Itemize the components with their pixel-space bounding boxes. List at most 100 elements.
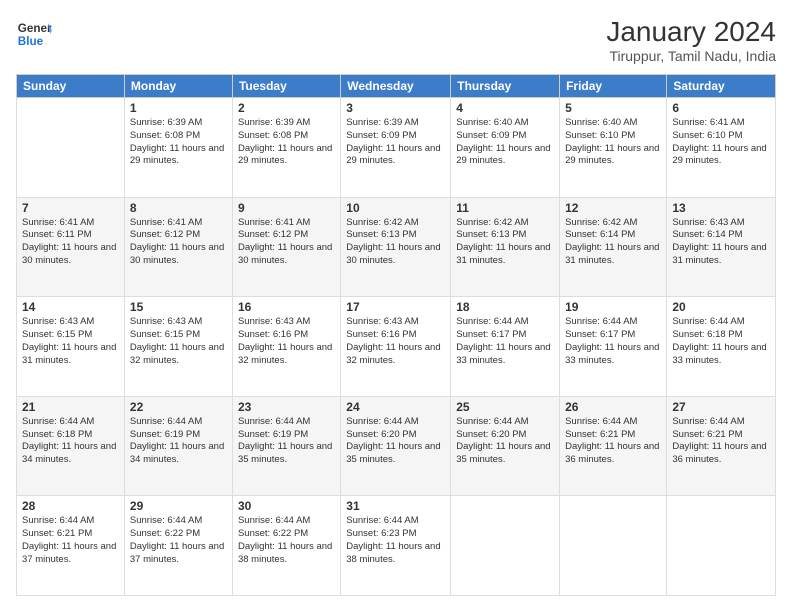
calendar-cell: 23 Sunrise: 6:44 AMSunset: 6:19 PMDayligh… bbox=[232, 396, 340, 496]
day-info: Sunrise: 6:41 AMSunset: 6:12 PMDaylight:… bbox=[130, 217, 227, 268]
day-info: Sunrise: 6:44 AMSunset: 6:21 PMDaylight:… bbox=[672, 416, 770, 467]
day-info: Sunrise: 6:43 AMSunset: 6:14 PMDaylight:… bbox=[672, 217, 770, 268]
calendar-cell: 7 Sunrise: 6:41 AMSunset: 6:11 PMDaylight… bbox=[17, 197, 125, 297]
day-info: Sunrise: 6:39 AMSunset: 6:09 PMDaylight:… bbox=[346, 117, 445, 168]
day-number: 26 bbox=[565, 400, 661, 414]
day-info: Sunrise: 6:41 AMSunset: 6:10 PMDaylight:… bbox=[672, 117, 770, 168]
day-number: 4 bbox=[456, 101, 554, 115]
day-info: Sunrise: 6:42 AMSunset: 6:13 PMDaylight:… bbox=[456, 217, 554, 268]
day-info: Sunrise: 6:44 AMSunset: 6:17 PMDaylight:… bbox=[565, 316, 661, 367]
calendar-cell bbox=[451, 496, 560, 596]
day-info: Sunrise: 6:43 AMSunset: 6:16 PMDaylight:… bbox=[238, 316, 335, 367]
week-row-3: 14 Sunrise: 6:43 AMSunset: 6:15 PMDayligh… bbox=[17, 297, 776, 397]
day-number: 29 bbox=[130, 499, 227, 513]
calendar-cell: 10 Sunrise: 6:42 AMSunset: 6:13 PMDayligh… bbox=[341, 197, 451, 297]
day-number: 6 bbox=[672, 101, 770, 115]
day-number: 30 bbox=[238, 499, 335, 513]
calendar-cell: 28Sunrise: 6:44 AMSunset: 6:21 PMDayligh… bbox=[17, 496, 125, 596]
day-info: Sunrise: 6:41 AMSunset: 6:12 PMDaylight:… bbox=[238, 217, 335, 268]
calendar-cell: 3 Sunrise: 6:39 AMSunset: 6:09 PMDaylight… bbox=[341, 98, 451, 198]
calendar-cell: 18Sunrise: 6:44 AMSunset: 6:17 PMDayligh… bbox=[451, 297, 560, 397]
week-row-1: 1Sunrise: 6:39 AMSunset: 6:08 PMDaylight… bbox=[17, 98, 776, 198]
day-info: Sunrise: 6:44 AMSunset: 6:18 PMDaylight:… bbox=[22, 416, 119, 467]
calendar-cell bbox=[560, 496, 667, 596]
calendar-cell: 11 Sunrise: 6:42 AMSunset: 6:13 PMDayligh… bbox=[451, 197, 560, 297]
calendar-cell: 20Sunrise: 6:44 AMSunset: 6:18 PMDayligh… bbox=[667, 297, 776, 397]
day-number: 7 bbox=[22, 201, 119, 215]
day-number: 19 bbox=[565, 300, 661, 314]
svg-text:Blue: Blue bbox=[18, 35, 44, 48]
calendar-cell: 19 Sunrise: 6:44 AMSunset: 6:17 PMDayligh… bbox=[560, 297, 667, 397]
calendar-cell: 8 Sunrise: 6:41 AMSunset: 6:12 PMDaylight… bbox=[124, 197, 232, 297]
svg-text:General: General bbox=[18, 22, 52, 35]
day-info: Sunrise: 6:41 AMSunset: 6:11 PMDaylight:… bbox=[22, 217, 119, 268]
day-number: 14 bbox=[22, 300, 119, 314]
day-number: 10 bbox=[346, 201, 445, 215]
day-header-saturday: Saturday bbox=[667, 75, 776, 98]
day-info: Sunrise: 6:39 AMSunset: 6:08 PMDaylight:… bbox=[130, 117, 227, 168]
day-number: 20 bbox=[672, 300, 770, 314]
calendar-cell: 14Sunrise: 6:43 AMSunset: 6:15 PMDayligh… bbox=[17, 297, 125, 397]
header: General Blue January 2024 Tiruppur, Tami… bbox=[16, 16, 776, 64]
day-info: Sunrise: 6:44 AMSunset: 6:23 PMDaylight:… bbox=[346, 515, 445, 566]
day-info: Sunrise: 6:44 AMSunset: 6:21 PMDaylight:… bbox=[565, 416, 661, 467]
day-number: 28 bbox=[22, 499, 119, 513]
calendar-cell: 9Sunrise: 6:41 AMSunset: 6:12 PMDaylight… bbox=[232, 197, 340, 297]
day-number: 16 bbox=[238, 300, 335, 314]
day-number: 31 bbox=[346, 499, 445, 513]
day-info: Sunrise: 6:39 AMSunset: 6:08 PMDaylight:… bbox=[238, 117, 335, 168]
day-info: Sunrise: 6:42 AMSunset: 6:13 PMDaylight:… bbox=[346, 217, 445, 268]
page: General Blue January 2024 Tiruppur, Tami… bbox=[0, 0, 792, 612]
day-info: Sunrise: 6:44 AMSunset: 6:19 PMDaylight:… bbox=[238, 416, 335, 467]
day-info: Sunrise: 6:43 AMSunset: 6:15 PMDaylight:… bbox=[130, 316, 227, 367]
day-info: Sunrise: 6:40 AMSunset: 6:10 PMDaylight:… bbox=[565, 117, 661, 168]
day-info: Sunrise: 6:44 AMSunset: 6:22 PMDaylight:… bbox=[238, 515, 335, 566]
day-info: Sunrise: 6:40 AMSunset: 6:09 PMDaylight:… bbox=[456, 117, 554, 168]
day-number: 25 bbox=[456, 400, 554, 414]
day-info: Sunrise: 6:44 AMSunset: 6:22 PMDaylight:… bbox=[130, 515, 227, 566]
day-number: 3 bbox=[346, 101, 445, 115]
calendar-cell: 26 Sunrise: 6:44 AMSunset: 6:21 PMDayligh… bbox=[560, 396, 667, 496]
calendar-cell: 21 Sunrise: 6:44 AMSunset: 6:18 PMDayligh… bbox=[17, 396, 125, 496]
calendar-table: SundayMondayTuesdayWednesdayThursdayFrid… bbox=[16, 74, 776, 596]
day-number: 8 bbox=[130, 201, 227, 215]
day-info: Sunrise: 6:43 AMSunset: 6:16 PMDaylight:… bbox=[346, 316, 445, 367]
month-title: January 2024 bbox=[606, 16, 776, 48]
day-number: 23 bbox=[238, 400, 335, 414]
day-info: Sunrise: 6:44 AMSunset: 6:20 PMDaylight:… bbox=[456, 416, 554, 467]
day-number: 5 bbox=[565, 101, 661, 115]
logo-icon: General Blue bbox=[16, 16, 52, 52]
calendar-cell: 30 Sunrise: 6:44 AMSunset: 6:22 PMDayligh… bbox=[232, 496, 340, 596]
day-number: 27 bbox=[672, 400, 770, 414]
day-number: 24 bbox=[346, 400, 445, 414]
calendar-cell: 2 Sunrise: 6:39 AMSunset: 6:08 PMDaylight… bbox=[232, 98, 340, 198]
location: Tiruppur, Tamil Nadu, India bbox=[606, 48, 776, 64]
day-info: Sunrise: 6:44 AMSunset: 6:17 PMDaylight:… bbox=[456, 316, 554, 367]
day-info: Sunrise: 6:44 AMSunset: 6:20 PMDaylight:… bbox=[346, 416, 445, 467]
day-header-wednesday: Wednesday bbox=[341, 75, 451, 98]
calendar-cell: 29 Sunrise: 6:44 AMSunset: 6:22 PMDayligh… bbox=[124, 496, 232, 596]
day-header-tuesday: Tuesday bbox=[232, 75, 340, 98]
day-number: 11 bbox=[456, 201, 554, 215]
week-row-5: 28Sunrise: 6:44 AMSunset: 6:21 PMDayligh… bbox=[17, 496, 776, 596]
header-row: SundayMondayTuesdayWednesdayThursdayFrid… bbox=[17, 75, 776, 98]
day-number: 2 bbox=[238, 101, 335, 115]
calendar-cell: 5 Sunrise: 6:40 AMSunset: 6:10 PMDaylight… bbox=[560, 98, 667, 198]
calendar-cell: 31 Sunrise: 6:44 AMSunset: 6:23 PMDayligh… bbox=[341, 496, 451, 596]
logo: General Blue bbox=[16, 16, 52, 52]
calendar-cell: 24 Sunrise: 6:44 AMSunset: 6:20 PMDayligh… bbox=[341, 396, 451, 496]
calendar-cell: 22 Sunrise: 6:44 AMSunset: 6:19 PMDayligh… bbox=[124, 396, 232, 496]
title-area: January 2024 Tiruppur, Tamil Nadu, India bbox=[606, 16, 776, 64]
day-number: 22 bbox=[130, 400, 227, 414]
day-info: Sunrise: 6:44 AMSunset: 6:19 PMDaylight:… bbox=[130, 416, 227, 467]
week-row-2: 7 Sunrise: 6:41 AMSunset: 6:11 PMDaylight… bbox=[17, 197, 776, 297]
day-header-friday: Friday bbox=[560, 75, 667, 98]
calendar-cell: 16 Sunrise: 6:43 AMSunset: 6:16 PMDayligh… bbox=[232, 297, 340, 397]
day-info: Sunrise: 6:42 AMSunset: 6:14 PMDaylight:… bbox=[565, 217, 661, 268]
day-header-monday: Monday bbox=[124, 75, 232, 98]
day-header-sunday: Sunday bbox=[17, 75, 125, 98]
day-number: 21 bbox=[22, 400, 119, 414]
calendar-cell bbox=[17, 98, 125, 198]
calendar-cell: 17Sunrise: 6:43 AMSunset: 6:16 PMDayligh… bbox=[341, 297, 451, 397]
calendar-cell: 25 Sunrise: 6:44 AMSunset: 6:20 PMDayligh… bbox=[451, 396, 560, 496]
